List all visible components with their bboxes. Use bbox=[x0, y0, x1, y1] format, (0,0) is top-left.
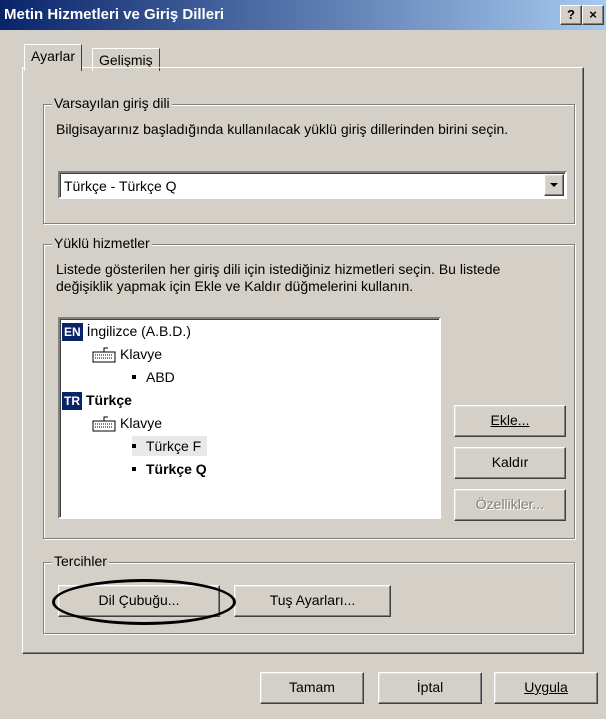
keyboard-icon bbox=[92, 416, 116, 432]
tree-item-turkish-keyboard[interactable]: Klavye bbox=[92, 413, 162, 433]
ok-button-label: Tamam bbox=[289, 679, 335, 695]
tree-label-keyboard: Klavye bbox=[120, 415, 163, 431]
settings-panel: Varsayılan giriş dili Bilgisayarınız baş… bbox=[22, 67, 584, 654]
tree-item-english[interactable]: EN İngilizce (A.B.D.) bbox=[62, 321, 191, 341]
default-language-description: Bilgisayarınız başladığında kullanılacak… bbox=[56, 121, 509, 137]
installed-services-description-2: değişiklik yapmak için Ekle ve Kaldır dü… bbox=[56, 278, 414, 294]
installed-services-legend: Yüklü hizmetler bbox=[52, 235, 152, 251]
preferences-legend: Tercihler bbox=[52, 553, 109, 569]
language-badge-tr: TR bbox=[62, 392, 82, 410]
key-settings-button[interactable]: Tuş Ayarları... bbox=[234, 585, 391, 617]
close-button[interactable]: × bbox=[582, 5, 604, 25]
default-language-select[interactable]: Türkçe - Türkçe Q bbox=[58, 171, 567, 199]
default-language-value: Türkçe - Türkçe Q bbox=[64, 178, 177, 194]
chevron-down-icon[interactable] bbox=[544, 174, 564, 196]
cancel-button-label: İptal bbox=[416, 679, 444, 695]
default-language-legend: Varsayılan giriş dili bbox=[52, 95, 172, 111]
preferences-group: Tercihler Dil Çubuğu... Tuş Ayarları... bbox=[43, 553, 575, 634]
tree-label-abd: ABD bbox=[146, 369, 175, 385]
tree-item-turkish[interactable]: TR Türkçe bbox=[62, 390, 132, 410]
ok-button[interactable]: Tamam bbox=[260, 672, 364, 704]
title-bar: Metin Hizmetleri ve Giriş Dilleri ? × bbox=[0, 0, 606, 30]
cancel-button[interactable]: İptal bbox=[378, 672, 482, 704]
installed-services-group: Yüklü hizmetler Listede gösterilen her g… bbox=[43, 235, 575, 539]
add-button-label: Ekle... bbox=[490, 412, 530, 428]
tree-label-english: İngilizce (A.B.D.) bbox=[86, 323, 191, 339]
language-badge-en: EN bbox=[62, 323, 83, 341]
tree-item-turkce-f[interactable]: Türkçe F bbox=[132, 436, 208, 456]
properties-button-label: Özellikler... bbox=[475, 496, 545, 512]
remove-button[interactable]: Kaldır bbox=[454, 447, 566, 479]
apply-button-label: Uygula bbox=[524, 679, 568, 695]
tree-label-turkce-q: Türkçe Q bbox=[146, 461, 207, 477]
apply-button[interactable]: Uygula bbox=[494, 672, 598, 704]
tree-label-turkce-f: Türkçe F bbox=[146, 438, 202, 454]
remove-button-label: Kaldır bbox=[491, 454, 529, 470]
installed-services-description-1: Listede gösterilen her giriş dili için i… bbox=[56, 261, 501, 277]
tree-item-english-keyboard[interactable]: Klavye bbox=[92, 344, 162, 364]
language-bar-button-label: Dil Çubuğu... bbox=[98, 592, 180, 608]
bullet-icon bbox=[132, 443, 136, 448]
add-button[interactable]: Ekle... bbox=[454, 405, 566, 437]
tree-label-keyboard: Klavye bbox=[120, 346, 163, 362]
bullet-icon bbox=[132, 466, 136, 471]
tree-label-turkish: Türkçe bbox=[86, 392, 132, 408]
default-language-group: Varsayılan giriş dili Bilgisayarınız baş… bbox=[43, 95, 575, 224]
language-bar-button[interactable]: Dil Çubuğu... bbox=[58, 585, 220, 617]
key-settings-button-label: Tuş Ayarları... bbox=[269, 592, 356, 608]
tab-ayarlar[interactable]: Ayarlar bbox=[24, 44, 83, 71]
help-button[interactable]: ? bbox=[560, 5, 582, 25]
properties-button[interactable]: Özellikler... bbox=[454, 489, 566, 521]
tree-item-abd[interactable]: ABD bbox=[132, 367, 175, 387]
bullet-icon bbox=[132, 374, 136, 379]
window-title: Metin Hizmetleri ve Giriş Dilleri bbox=[4, 6, 225, 23]
services-tree[interactable]: EN İngilizce (A.B.D.) Klavye ABD TR Türkçe bbox=[58, 317, 441, 519]
tree-item-turkce-q[interactable]: Türkçe Q bbox=[132, 459, 207, 479]
keyboard-icon bbox=[92, 347, 116, 363]
